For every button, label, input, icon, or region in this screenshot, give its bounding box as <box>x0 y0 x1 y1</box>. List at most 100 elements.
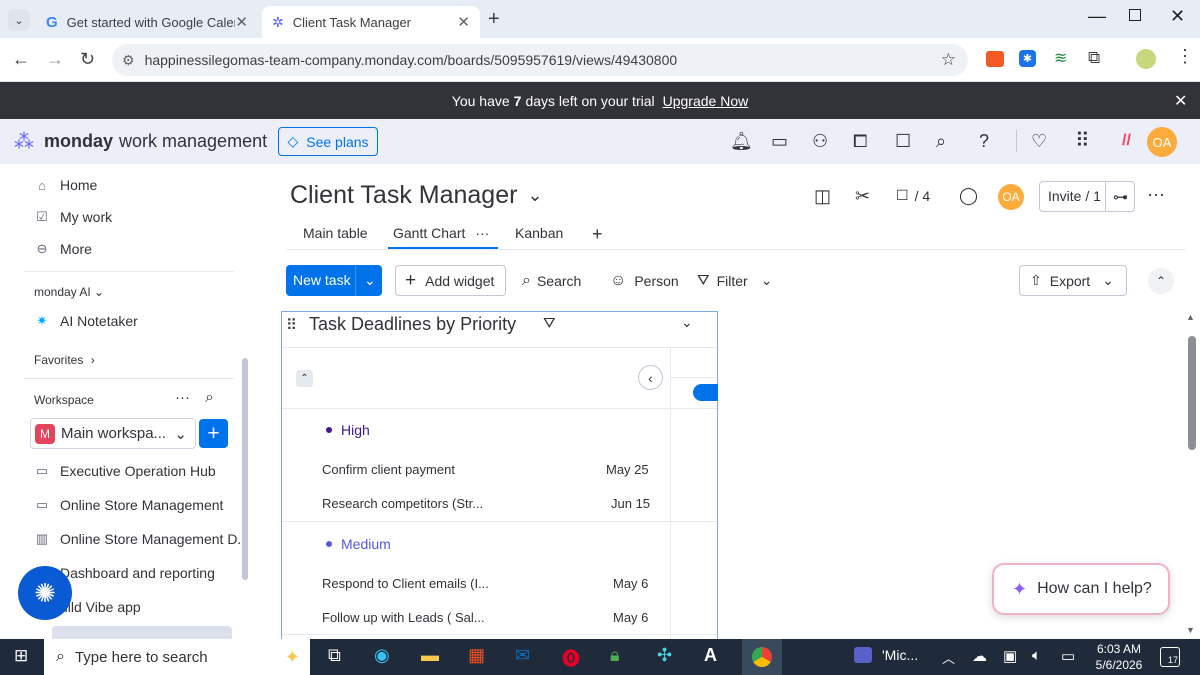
back-icon[interactable]: ← <box>12 49 30 70</box>
outlook-icon[interactable]: ✉ <box>515 645 530 666</box>
help-icon[interactable]: ? <box>979 131 989 152</box>
updates-chat-icon[interactable]: ◯ <box>959 186 978 206</box>
favorites-section[interactable]: Favorites › <box>34 353 95 367</box>
close-banner-icon[interactable]: ✕ <box>1174 91 1187 111</box>
tab-options-icon[interactable]: ··· <box>475 225 489 241</box>
notification-center-icon[interactable]: 17 <box>1160 647 1180 667</box>
sidebar-scrollbar[interactable] <box>242 358 248 580</box>
page-scrollbar[interactable] <box>1188 336 1196 450</box>
display-icon[interactable]: ▣ <box>1003 647 1017 665</box>
extension-orange-icon[interactable] <box>986 51 1004 67</box>
add-workspace-item-button[interactable]: + <box>199 419 228 448</box>
sidebar-dashboard-online-store[interactable]: ▥ Online Store Management D... <box>34 531 249 547</box>
tab-kanban[interactable]: Kanban <box>515 225 563 241</box>
copy-link-icon[interactable]: ⊶ <box>1113 188 1128 206</box>
close-tab-icon[interactable]: ✕ <box>235 13 248 31</box>
bookmark-star-icon[interactable]: ☆ <box>941 50 956 70</box>
widget-filter-icon[interactable]: ⛛ <box>543 315 556 332</box>
address-bar[interactable]: ⚙ happinessilegomas-team-company.monday.… <box>112 44 968 76</box>
export-button[interactable]: ⇧ Export ⌄ <box>1019 265 1127 296</box>
app-a-icon[interactable]: A <box>704 645 717 666</box>
tab-gantt-chart[interactable]: Gantt Chart ··· <box>393 225 489 241</box>
sidebar-board-executive-operation-hub[interactable]: ▭ Executive Operation Hub <box>34 463 216 479</box>
search-icon[interactable]: ⌕ <box>936 131 946 152</box>
profile-avatar-icon[interactable] <box>1136 49 1156 69</box>
tab-main-table[interactable]: Main table <box>303 225 368 241</box>
battery-icon[interactable]: ▭ <box>1061 647 1075 665</box>
browser-menu-icon[interactable]: ⋮ <box>1176 46 1194 67</box>
group-header-high[interactable]: High <box>326 422 370 438</box>
sidebar-item-home[interactable]: ⌂ Home <box>34 177 97 193</box>
see-plans-button[interactable]: ◇ See plans <box>278 127 378 156</box>
new-tab-button[interactable]: + <box>488 8 500 31</box>
collapse-list-button[interactable]: ‹ <box>638 365 663 390</box>
volume-icon[interactable]: 🔈︎ <box>1032 647 1041 664</box>
clock[interactable]: 6:03 AM 5/6/2026 <box>1094 641 1144 673</box>
sidebar-panel-icon[interactable]: ◫ <box>814 186 831 207</box>
sidebar-item-my-work[interactable]: ☑ My work <box>34 209 112 225</box>
chevron-down-icon[interactable]: ⌄ <box>761 272 773 289</box>
file-explorer-icon[interactable]: ▬ <box>421 645 439 666</box>
add-widget-button[interactable]: + Add widget <box>395 265 506 296</box>
show-hidden-icons[interactable]: ︿ <box>942 648 955 667</box>
task-row-name[interactable]: Respond to Client emails (I... <box>322 576 489 591</box>
monday-ai-section[interactable]: monday AI ⌄ <box>34 285 104 299</box>
search-button[interactable]: ⌕ Search <box>522 265 581 296</box>
task-row-name[interactable]: Follow up with Leads ( Sal... <box>322 610 485 625</box>
scroll-down-icon[interactable]: ▼ <box>1186 625 1195 635</box>
drag-handle-icon[interactable]: ⠿ <box>286 316 297 334</box>
taskbar-app-video[interactable]: 'Mic... <box>854 647 918 663</box>
app-butterfly-icon[interactable]: ✣ <box>657 645 672 666</box>
task-view-icon[interactable]: ⧉ <box>328 645 341 666</box>
monday-logo[interactable]: ⁂ monday work management <box>14 129 267 154</box>
forward-icon[interactable]: → <box>46 49 64 70</box>
vpn-lock-icon[interactable]: 🔒︎ <box>610 645 620 666</box>
extensions-puzzle-icon[interactable]: ⧉ <box>1088 48 1100 68</box>
ai-robot-icon[interactable]: ☐ <box>895 131 911 152</box>
close-window-icon[interactable]: ✕ <box>1170 6 1185 27</box>
workspace-options-icon[interactable]: ··· <box>175 389 190 406</box>
apps-puzzle-icon[interactable]: ⧠ <box>853 131 867 152</box>
collapse-all-groups-button[interactable]: ⌃ <box>296 370 313 387</box>
tab-search-button[interactable]: ⌄ <box>8 9 30 31</box>
heart-icon[interactable]: ♡ <box>1031 131 1047 152</box>
workspace-search-icon[interactable]: ⌕ <box>205 389 214 407</box>
collapse-header-button[interactable]: ⌃ <box>1148 268 1174 294</box>
site-info-icon[interactable]: ⚙ <box>122 52 135 69</box>
reload-icon[interactable]: ↻ <box>80 49 95 70</box>
microsoft-store-icon[interactable]: ▦ <box>468 645 485 666</box>
help-chat-button[interactable]: ✦ How can I help? <box>992 563 1170 615</box>
monday-products-icon[interactable]: // <box>1122 132 1131 150</box>
gantt-bar[interactable] <box>693 384 718 401</box>
board-owner-avatar[interactable]: OA <box>998 184 1024 210</box>
browser-tab-google-calendar[interactable]: G Get started with Google Calend ✕ <box>36 6 258 38</box>
sidebar-item-more[interactable]: ⊖ More <box>34 241 92 257</box>
accessibility-widget-icon[interactable]: ✺ <box>18 566 72 620</box>
widget-collapse-icon[interactable]: ⌄ <box>681 314 693 331</box>
onedrive-icon[interactable]: ☁ <box>972 647 987 665</box>
group-header-medium[interactable]: Medium <box>326 536 391 552</box>
close-tab-icon[interactable]: ✕ <box>457 13 470 31</box>
widget-title[interactable]: Task Deadlines by Priority <box>309 314 516 335</box>
filter-button[interactable]: ⛛ Filter ⌄ <box>697 265 772 296</box>
minimize-window-icon[interactable]: — <box>1088 6 1106 27</box>
pinterest-icon[interactable]: ⓿ <box>562 645 580 671</box>
new-task-button[interactable]: New task ⌄ <box>286 265 382 296</box>
notifications-bell-icon[interactable]: 🔔︎ <box>730 131 753 152</box>
user-avatar[interactable]: OA <box>1147 127 1177 157</box>
workspace-selector[interactable]: M Main workspa... ⌄ <box>30 418 196 449</box>
task-row-name[interactable]: Research competitors (Str... <box>322 496 483 511</box>
extension-green-icon[interactable]: ≋ <box>1054 48 1067 68</box>
automations-button[interactable]: ☐ / 4 <box>896 187 930 204</box>
board-title[interactable]: Client Task Manager ⌄ <box>290 181 543 210</box>
integrations-icon[interactable]: ✂ <box>855 186 870 207</box>
chevron-down-icon[interactable]: ⌄ <box>364 272 376 289</box>
invite-members-icon[interactable]: ⚇ <box>812 131 828 152</box>
app-switcher-grid-icon[interactable]: ⠿ <box>1075 128 1090 153</box>
browser-tab-client-task-manager[interactable]: ✲ Client Task Manager ✕ <box>262 6 480 38</box>
edge-icon[interactable]: ◉ <box>374 645 390 666</box>
extension-blue-icon[interactable]: ✱ <box>1019 50 1036 67</box>
sidebar-item-ai-notetaker[interactable]: ✷ AI Notetaker <box>34 313 138 329</box>
invite-button[interactable]: Invite / 1 ⊶ <box>1039 181 1135 212</box>
upgrade-now-link[interactable]: Upgrade Now <box>663 93 749 109</box>
